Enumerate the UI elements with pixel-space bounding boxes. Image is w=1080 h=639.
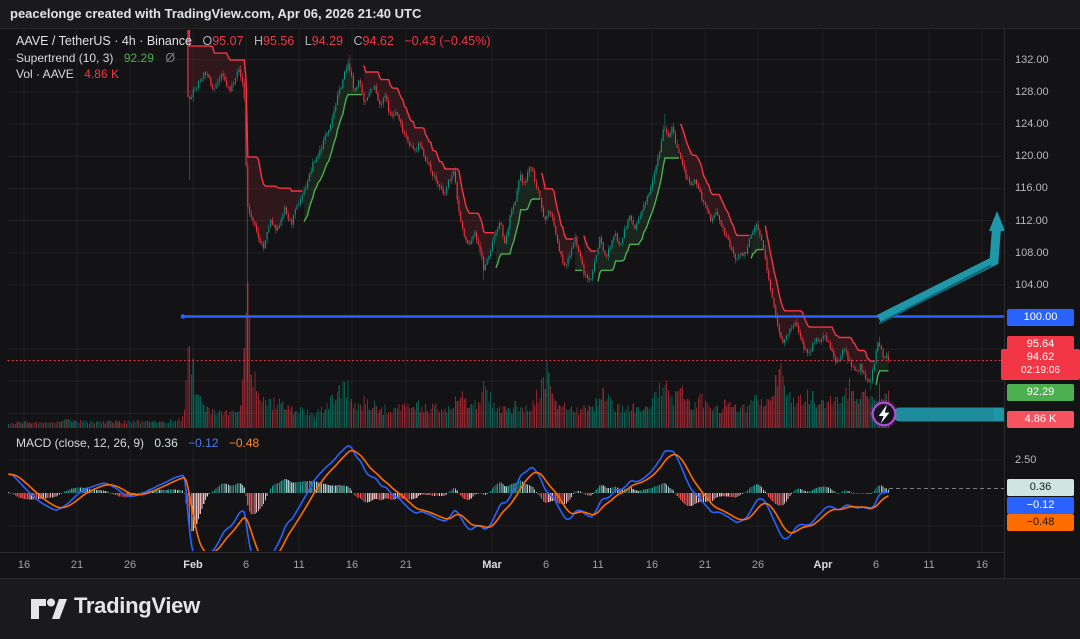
- time-tick-label: 16: [630, 559, 674, 571]
- price-tick-label: 116.00: [1015, 182, 1048, 194]
- time-tick-label: 16: [960, 559, 1004, 571]
- price-tick-label: 112.00: [1015, 215, 1048, 227]
- grid: [8, 30, 1004, 552]
- time-axis[interactable]: 16 21 26 Feb 6 11 16 21 Mar 6 11 16 21 26 Apr 6 11 16: [0, 552, 1004, 579]
- macd-legend-row[interactable]: MACD (close, 12, 26, 9) 0.36 −0.12 −0.48: [16, 436, 259, 450]
- boost-lightning-icon[interactable]: [870, 400, 898, 428]
- low-label: L: [305, 34, 312, 48]
- price-axis-badge: 4.86 K: [1007, 411, 1074, 428]
- time-tick-label: 6: [524, 559, 568, 571]
- time-tick-label: 16: [330, 559, 374, 571]
- macd-axis-badge: −0.12: [1007, 497, 1074, 514]
- price-tick-label: 120.00: [1015, 150, 1049, 162]
- open-label: O: [203, 34, 213, 48]
- time-tick-label: Mar: [470, 559, 514, 571]
- macd-tick-label: 2.50: [1015, 454, 1036, 466]
- chart-canvas[interactable]: [0, 0, 1080, 639]
- time-tick-label: 21: [384, 559, 428, 571]
- time-tick-label: 6: [224, 559, 268, 571]
- teal-bar-drawing[interactable]: [893, 408, 1004, 422]
- attribution-text: peacelonge created with TradingView.com,…: [10, 6, 421, 21]
- time-tick-label: 11: [277, 559, 321, 571]
- time-tick-label: 11: [907, 559, 951, 571]
- symbol-title: AAVE / TetherUS · 4h · Binance: [16, 34, 192, 48]
- price-axis-badge: 94.6202:19:06: [1001, 349, 1080, 380]
- price-tick-label: 124.00: [1015, 118, 1049, 130]
- time-tick-label: 16: [2, 559, 46, 571]
- legend-volume-row[interactable]: Vol · AAVE 4.86 K: [16, 67, 490, 84]
- change-value: −0.43 (−0.45%): [404, 34, 490, 48]
- price-tick-label: 108.00: [1015, 247, 1049, 259]
- price-axis-badge: 100.00: [1007, 309, 1074, 326]
- high-value: 95.56: [263, 34, 294, 48]
- macd-axis-badge: −0.48: [1007, 514, 1074, 531]
- legend-symbol-row[interactable]: AAVE / TetherUS · 4h · Binance O95.07 H9…: [16, 34, 490, 51]
- time-tick-label: 11: [576, 559, 620, 571]
- tradingview-snapshot: peacelonge created with TradingView.com,…: [0, 0, 1080, 639]
- time-tick-label: Apr: [801, 559, 845, 571]
- close-label: C: [354, 34, 363, 48]
- legend-supertrend-row[interactable]: Supertrend (10, 3) 92.29 Ø: [16, 51, 490, 68]
- time-tick-label: 21: [683, 559, 727, 571]
- price-tick-label: 132.00: [1015, 54, 1049, 66]
- open-value: 95.07: [212, 34, 243, 48]
- trend-arrow-drawing[interactable]: [879, 211, 1005, 324]
- macd-axis-badge: 0.36: [1007, 479, 1074, 496]
- footer-bar: TradingView: [0, 578, 1080, 639]
- time-tick-label: 6: [854, 559, 898, 571]
- time-tick-label: 26: [736, 559, 780, 571]
- supertrend-value: 92.29: [124, 51, 154, 65]
- price-tick-label: 104.00: [1015, 279, 1049, 291]
- macd-name: MACD (close, 12, 26, 9): [16, 436, 144, 450]
- time-tick-label: 26: [108, 559, 152, 571]
- high-label: H: [254, 34, 263, 48]
- volume-bars: [8, 283, 889, 428]
- volume-value: 4.86 K: [84, 67, 119, 81]
- price-axis-badge: 92.29: [1007, 384, 1074, 401]
- time-tick-label: 21: [55, 559, 99, 571]
- macd-line-value: −0.12: [188, 436, 218, 450]
- tradingview-logo-icon[interactable]: [30, 594, 68, 624]
- macd-signal-value: −0.48: [229, 436, 259, 450]
- volume-name: Vol · AAVE: [16, 67, 74, 81]
- price-axis[interactable]: 132.00 128.00 124.00 120.00 116.00 112.00 108.…: [1004, 28, 1080, 578]
- low-value: 94.29: [312, 34, 343, 48]
- price-tick-label: 128.00: [1015, 86, 1049, 98]
- attribution-bar: peacelonge created with TradingView.com,…: [0, 0, 1080, 29]
- macd-hist-value: 0.36: [154, 436, 177, 450]
- tradingview-wordmark[interactable]: TradingView: [74, 593, 200, 619]
- close-value: 94.62: [363, 34, 394, 48]
- chart-legend: AAVE / TetherUS · 4h · Binance O95.07 H9…: [16, 34, 490, 84]
- hide-indicator-icon[interactable]: Ø: [165, 51, 175, 65]
- supertrend-name: Supertrend (10, 3): [16, 51, 113, 65]
- time-tick-label: Feb: [171, 559, 215, 571]
